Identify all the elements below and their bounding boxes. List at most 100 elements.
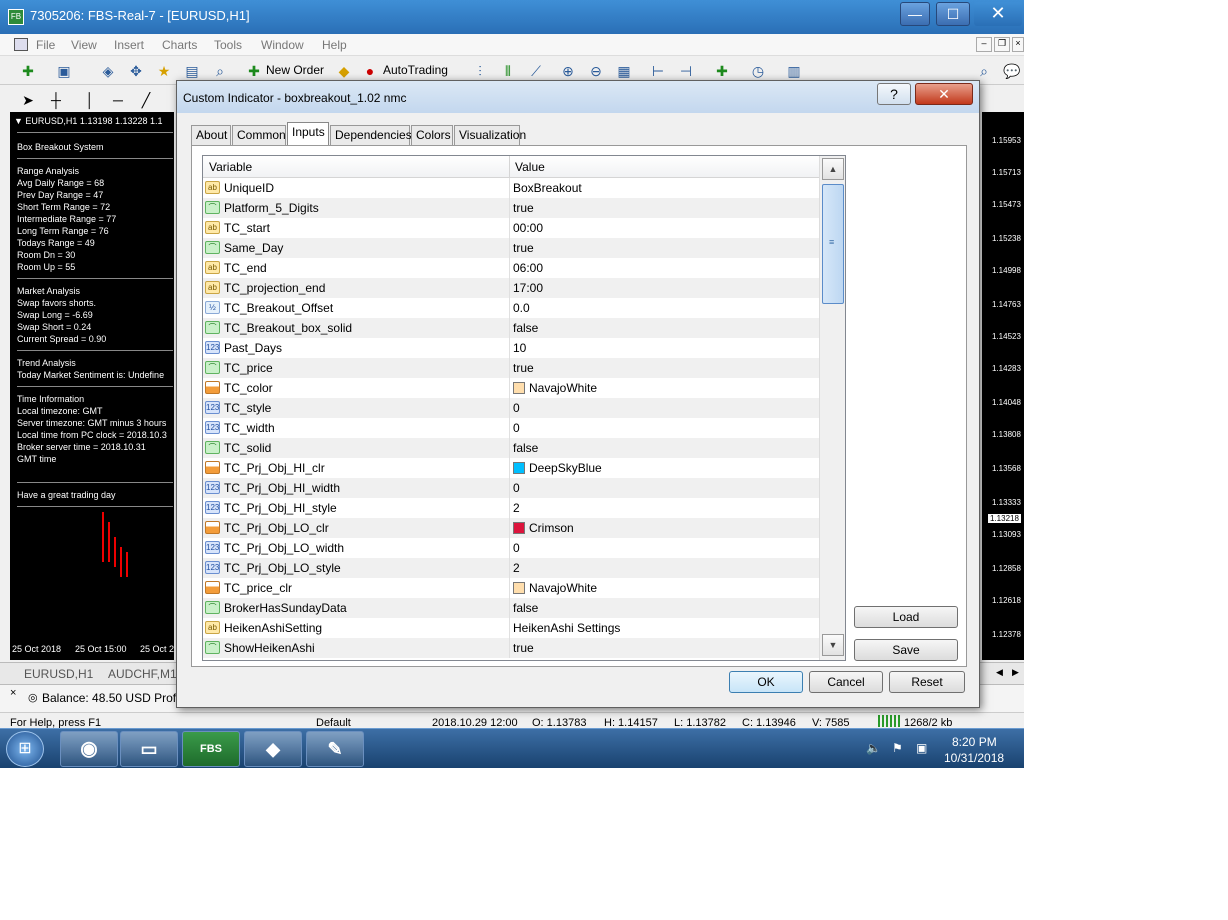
input-row[interactable]: 123 TC_Prj_Obj_LO_width 0 <box>203 538 819 558</box>
tabs-scroll-left-icon[interactable]: ◀ <box>996 667 1003 678</box>
scroll-up-icon[interactable]: ▲ <box>822 158 844 180</box>
variable-value[interactable]: 0 <box>513 421 520 435</box>
variable-value[interactable]: BoxBreakout <box>513 181 582 195</box>
menu-help[interactable]: Help <box>322 38 347 52</box>
input-row[interactable]: ab TC_end 06:00 <box>203 258 819 278</box>
scroll-thumb[interactable]: ≡ <box>822 184 844 304</box>
new-order-icon[interactable]: ✚ <box>244 61 264 81</box>
input-row[interactable]: ab TC_projection_end 17:00 <box>203 278 819 298</box>
eurusd-chart[interactable]: ▼ EURUSD,H1 1.13198 1.13228 1.1 Box Brea… <box>10 112 174 660</box>
ok-button[interactable]: OK <box>729 671 803 693</box>
vertical-line-icon[interactable]: │ <box>80 90 100 110</box>
mdi-close-icon[interactable]: × <box>1012 37 1024 52</box>
variable-value[interactable]: 0 <box>513 401 520 415</box>
variable-value[interactable]: 00:00 <box>513 221 543 235</box>
input-row[interactable]: TC_price_clr NavajoWhite <box>203 578 819 598</box>
variable-value[interactable]: 2 <box>513 501 520 515</box>
variable-value[interactable]: false <box>513 441 538 455</box>
reset-button[interactable]: Reset <box>889 671 965 693</box>
explorer-icon[interactable]: ▭ <box>120 731 178 767</box>
minimize-button[interactable]: — <box>900 2 930 26</box>
metaeditor-icon[interactable]: ◆ <box>334 61 354 81</box>
clock-time[interactable]: 8:20 PM <box>952 735 997 749</box>
variable-value[interactable]: 0.0 <box>513 301 530 315</box>
menu-view[interactable]: View <box>71 38 97 52</box>
favorites-icon[interactable]: ★ <box>154 61 174 81</box>
flag-icon[interactable]: ⚑ <box>892 741 903 755</box>
input-row[interactable]: ab HeikenAshiSetting HeikenAshi Settings <box>203 618 819 638</box>
dialog-help-button[interactable]: ? <box>877 83 911 105</box>
variable-value[interactable]: 06:00 <box>513 261 543 275</box>
chart-shift-icon[interactable]: ⊢ <box>648 61 668 81</box>
variable-value[interactable]: 10 <box>513 341 526 355</box>
variable-value[interactable]: 0 <box>513 481 520 495</box>
tab-eurusd-h1[interactable]: EURUSD,H1 <box>24 667 93 681</box>
input-row[interactable]: ab TC_start 00:00 <box>203 218 819 238</box>
variable-value[interactable]: false <box>513 601 538 615</box>
chrome-icon[interactable]: ◉ <box>60 731 118 767</box>
notepad-app-icon[interactable]: ✎ <box>306 731 364 767</box>
zoom-out-icon[interactable]: ⊖ <box>586 61 606 81</box>
variable-value[interactable]: Crimson <box>529 521 574 535</box>
search-icon[interactable]: ⌕ <box>974 61 994 81</box>
cancel-button[interactable]: Cancel <box>809 671 883 693</box>
variable-value[interactable]: true <box>513 241 534 255</box>
terminal-close-icon[interactable]: × <box>10 687 16 699</box>
metaeditor-app-icon[interactable]: ◆ <box>244 731 302 767</box>
column-variable[interactable]: Variable <box>209 160 252 174</box>
input-row[interactable]: ⌒ TC_Breakout_box_solid false <box>203 318 819 338</box>
input-row[interactable]: 123 TC_Prj_Obj_LO_style 2 <box>203 558 819 578</box>
close-button[interactable]: ✕ <box>974 2 1022 26</box>
periods-icon[interactable]: ◷ <box>748 61 768 81</box>
new-chart-icon[interactable]: ✚ <box>18 61 38 81</box>
chat-icon[interactable]: 💬 <box>1002 61 1022 81</box>
input-row[interactable]: ⌒ TC_solid false <box>203 438 819 458</box>
terminal-icon[interactable]: ▤ <box>182 61 202 81</box>
input-row[interactable]: ⌒ ShowHeikenAshi true <box>203 638 819 658</box>
variable-value[interactable]: 0 <box>513 541 520 555</box>
tab-colors[interactable]: Colors <box>411 125 453 145</box>
cursor-icon[interactable]: ➤ <box>18 90 38 110</box>
autoscroll-icon[interactable]: ⊣ <box>676 61 696 81</box>
templates-icon[interactable]: ▥ <box>784 61 804 81</box>
clock-date[interactable]: 10/31/2018 <box>944 751 1004 765</box>
trendline-icon[interactable]: ╱ <box>136 90 156 110</box>
menu-window[interactable]: Window <box>261 38 304 52</box>
fbs-app-icon[interactable]: FBS <box>182 731 240 767</box>
bar-chart-icon[interactable]: ⫶ <box>470 61 490 81</box>
mdi-restore-icon[interactable]: ❐ <box>994 37 1010 52</box>
tab-audchf-m1[interactable]: AUDCHF,M1 <box>108 667 177 681</box>
menu-charts[interactable]: Charts <box>162 38 197 52</box>
menu-tools[interactable]: Tools <box>214 38 242 52</box>
input-row[interactable]: TC_color NavajoWhite <box>203 378 819 398</box>
candle-chart-icon[interactable]: ⫴ <box>498 61 518 81</box>
tab-inputs[interactable]: Inputs <box>287 122 329 145</box>
variable-value[interactable]: DeepSkyBlue <box>529 461 602 475</box>
tab-dependencies[interactable]: Dependencies <box>330 125 412 145</box>
input-row[interactable]: TC_Prj_Obj_HI_clr DeepSkyBlue <box>203 458 819 478</box>
input-row[interactable]: 123 TC_style 0 <box>203 398 819 418</box>
input-row[interactable]: ab UniqueID BoxBreakout <box>203 178 819 198</box>
variable-value[interactable]: NavajoWhite <box>529 381 597 395</box>
network-icon[interactable]: ▣ <box>916 741 927 755</box>
tabs-scroll-right-icon[interactable]: ▶ <box>1012 667 1019 678</box>
autotrading-button[interactable]: AutoTrading <box>383 63 448 77</box>
variable-value[interactable]: HeikenAshi Settings <box>513 621 620 635</box>
tab-common[interactable]: Common <box>232 125 286 145</box>
variable-value[interactable]: true <box>513 641 534 655</box>
maximize-button[interactable]: ☐ <box>936 2 970 26</box>
volume-icon[interactable]: 🔈 <box>866 741 881 755</box>
input-row[interactable]: 123 TC_width 0 <box>203 418 819 438</box>
autotrading-icon[interactable]: ● <box>360 61 380 81</box>
input-row[interactable]: 123 TC_Prj_Obj_HI_width 0 <box>203 478 819 498</box>
tab-about[interactable]: About <box>191 125 231 145</box>
mdi-minimize-icon[interactable]: – <box>976 37 992 52</box>
variable-value[interactable]: 17:00 <box>513 281 543 295</box>
column-value[interactable]: Value <box>515 160 545 174</box>
save-button[interactable]: Save <box>854 639 958 661</box>
market-watch-icon[interactable]: ◈ <box>98 61 118 81</box>
grid-scrollbar[interactable]: ▲ ≡ ▼ <box>819 156 845 660</box>
variable-value[interactable]: NavajoWhite <box>529 581 597 595</box>
tester-icon[interactable]: ⌕ <box>210 61 230 81</box>
tab-visualization[interactable]: Visualization <box>454 125 526 145</box>
